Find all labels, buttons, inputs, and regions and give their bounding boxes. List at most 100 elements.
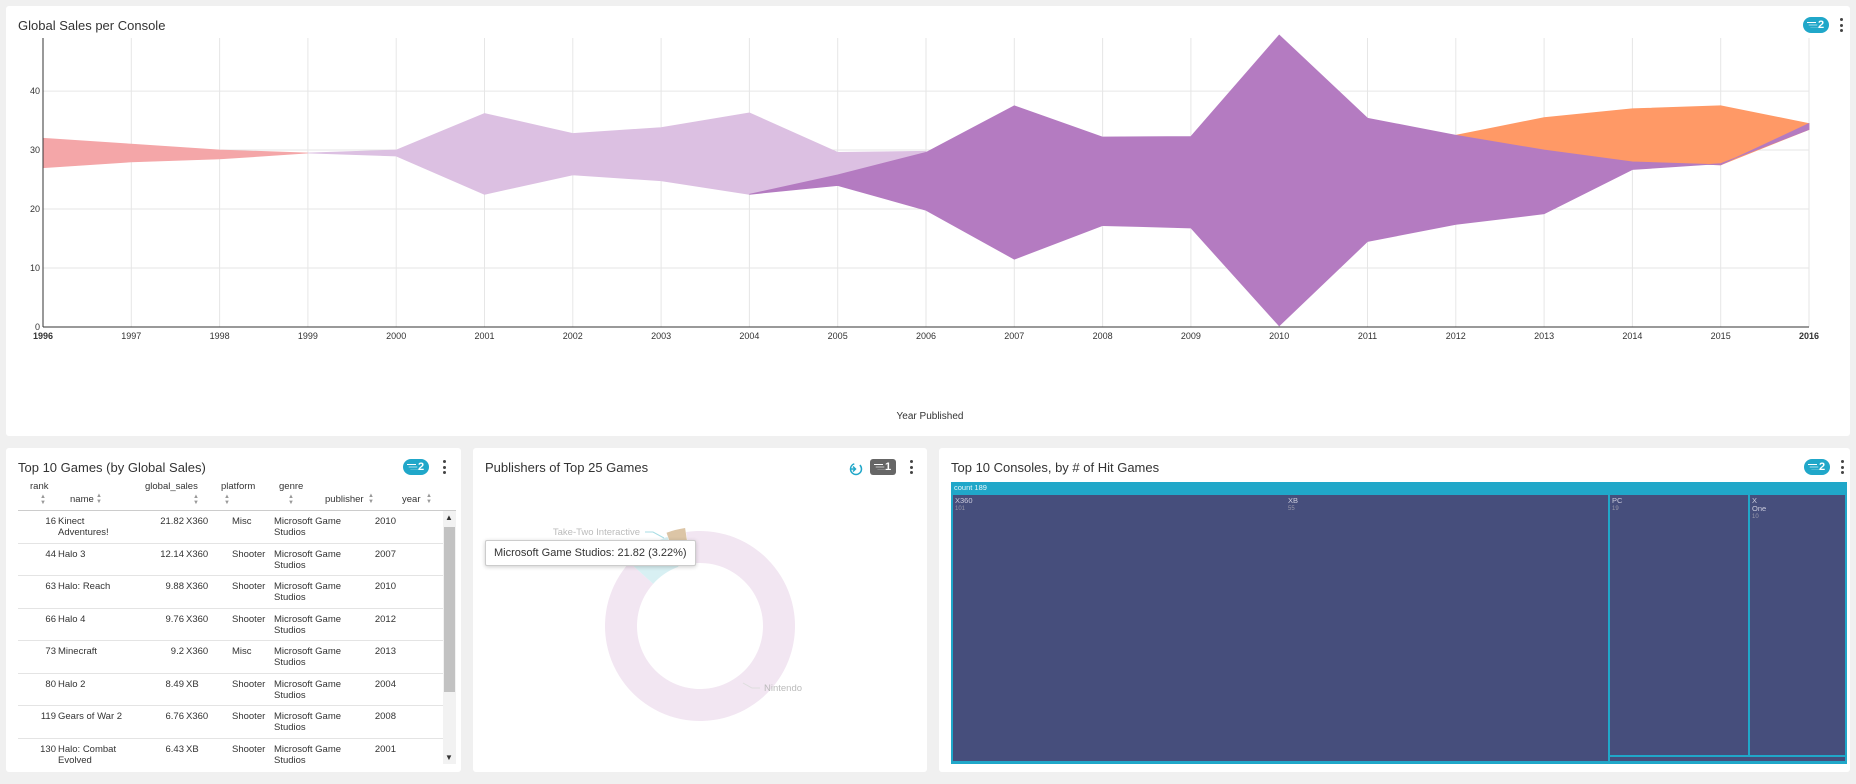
top-games-panel: Top 10 Games (by Global Sales) 2 rank ▲ ▼… — [6, 448, 461, 772]
table-cell-publisher: Microsoft Game Studios — [274, 549, 352, 571]
filter-badge[interactable]: 2 — [403, 459, 430, 475]
filter-icon — [1808, 463, 1817, 471]
cell-line: Halo: Combat — [58, 743, 117, 755]
table-cell-name: Minecraft — [58, 646, 138, 657]
column-header-year[interactable]: year — [402, 494, 420, 505]
table-cell-global-sales: 9.2 — [170, 646, 184, 657]
x-tick-label: 2013 — [1534, 331, 1554, 341]
table-cell-publisher: Microsoft Game Studios — [274, 646, 352, 668]
table-cell-global-sales: 6.43 — [165, 743, 185, 755]
column-header-publisher[interactable]: publisher — [325, 494, 364, 505]
treemap-root-header[interactable]: count 189 — [954, 483, 987, 492]
scroll-up-icon[interactable]: ▲ — [445, 513, 453, 522]
treemap-cell[interactable]: PC 19 — [1609, 494, 1749, 756]
table-cell-name: Gears of War 2 — [58, 711, 138, 722]
table-cell-genre: Shooter — [232, 711, 266, 722]
cell-line: Halo: Reach — [58, 581, 111, 592]
x-tick-label: 2016 — [1799, 331, 1819, 341]
table-row[interactable]: 80 Halo 2 8.49 XB Shooter Microsoft Game Studi… — [18, 674, 456, 706]
cell-line: Halo 2 — [58, 678, 86, 690]
cell-line: Minecraft — [58, 646, 98, 657]
table-cell-global-sales: 8.49 — [165, 678, 185, 690]
scroll-down-icon[interactable]: ▼ — [445, 753, 453, 762]
table-row[interactable]: 66 Halo 4 9.76 X360 Shooter Microsoft Game Stu… — [18, 609, 456, 641]
table-cell-platform: XB — [186, 743, 199, 755]
more-options-icon[interactable] — [1839, 460, 1845, 474]
table-cell-name: Halo 2 — [58, 679, 138, 690]
table-cell-genre: Misc — [232, 516, 252, 527]
scroll-thumb[interactable] — [444, 527, 455, 692]
table-cell-publisher: Microsoft Game Studios — [274, 516, 352, 538]
consoles-panel: Top 10 Consoles, by # of Hit Games 2 cou… — [939, 448, 1850, 772]
table-scrollbar[interactable]: ▲ ▼ — [443, 511, 456, 764]
area-chart: 0102030401996 1997 1998 1999 2000 2001 2002 200… — [30, 34, 1819, 422]
table-row[interactable]: 130 Halo: Combat Evolved 6.43 XB Shooter Micro… — [18, 739, 456, 765]
filter-icon — [407, 463, 416, 471]
column-header-platform[interactable]: platform — [221, 481, 255, 492]
table-row[interactable]: 73 Minecraft 9.2 X360 Misc Microsoft Game Stud… — [18, 641, 456, 674]
table-cell-year: 2007 — [374, 548, 396, 560]
sort-icon[interactable]: ▲ ▼ — [288, 494, 294, 506]
cell-line: Studios — [274, 657, 306, 668]
treemap-cell-small[interactable] — [1609, 756, 1846, 762]
x-axis-label: Year Published — [897, 411, 964, 422]
cell-line: Evolved — [58, 754, 92, 765]
column-header-name[interactable]: name — [70, 494, 94, 505]
table-cell-rank: 44 — [45, 548, 56, 560]
table-cell-genre: Shooter — [232, 743, 266, 755]
x-tick-label: 1996 — [33, 331, 53, 341]
sort-icon[interactable]: ▲ ▼ — [426, 493, 432, 505]
cell-line: Microsoft Game — [274, 646, 342, 657]
table-cell-name: Halo: Combat Evolved — [58, 744, 138, 765]
area-band[interactable] — [42, 137, 308, 169]
table-cell-year: 2001 — [374, 743, 396, 755]
treemap: count 189 X360 101 XB 55 PC 19 X One 10 — [951, 482, 1847, 764]
slice-label-nintendo: Nintendo — [764, 683, 802, 694]
sort-icon[interactable]: ▲ ▼ — [40, 494, 46, 506]
table-cell-platform: X360 — [186, 646, 209, 657]
column-header-genre[interactable]: genre — [279, 481, 303, 492]
table-cell-global-sales: 9.88 — [165, 581, 185, 592]
sort-icon[interactable]: ▲ ▼ — [224, 494, 230, 506]
x-tick-label: 2009 — [1181, 331, 1201, 341]
publishers-panel: Publishers of Top 25 Games 1 Take-Two In… — [473, 448, 927, 772]
x-tick-label: 2005 — [828, 331, 848, 341]
sort-icon[interactable]: ▲ ▼ — [368, 493, 374, 505]
global-sales-panel: Global Sales per Console 2 0 10 20 30 40 1996… — [6, 6, 1850, 436]
filter-badge[interactable]: 2 — [1804, 459, 1831, 475]
treemap-cell[interactable]: X One 10 — [1749, 494, 1846, 756]
y-tick-label: 20 — [30, 204, 40, 214]
table-cell-platform: X360 — [186, 613, 209, 625]
cell-line: Halo 4 — [58, 613, 86, 625]
table-cell-name: Kinect Adventures! — [58, 516, 138, 538]
table-cell-global-sales: 12.14 — [160, 548, 184, 560]
games-table: rank ▲ ▼ name ▲ ▼ global_sales ▲ ▼ platform… — [18, 478, 456, 764]
table-row[interactable]: 119 Gears of War 2 6.76 X360 Shooter Microsof… — [18, 706, 456, 739]
table-cell-publisher: Microsoft Game Studios — [274, 614, 352, 636]
table-cell-platform: XB — [186, 678, 199, 690]
table-row[interactable]: 16 Kinect Adventures! 21.82 X360 Misc Microsof… — [18, 511, 456, 544]
column-header-rank[interactable]: rank — [30, 481, 48, 492]
cell-line: Studios — [274, 689, 306, 701]
table-cell-genre: Misc — [232, 646, 252, 657]
table-cell-publisher: Microsoft Game Studios — [274, 581, 352, 603]
table-row[interactable]: 63 Halo: Reach 9.88 X360 Shooter Microsoft Ga… — [18, 576, 456, 609]
table-cell-year: 2004 — [374, 678, 396, 690]
y-tick-label: 40 — [30, 86, 40, 96]
donut-chart: Take-Two Interactive Nintendo — [553, 527, 802, 721]
table-cell-genre: Shooter — [232, 548, 266, 560]
column-header-global-sales[interactable]: global_sales — [145, 481, 198, 492]
more-options-icon[interactable] — [441, 460, 447, 474]
table-cell-publisher: Microsoft Game Studios — [274, 744, 352, 765]
area-band[interactable] — [749, 34, 1810, 327]
table-cell-rank: 66 — [45, 613, 56, 625]
treemap-cell[interactable]: X360 101 — [952, 494, 1609, 762]
table-cell-year: 2010 — [374, 581, 396, 592]
cell-line: Microsoft Game — [274, 613, 342, 625]
cell-line: Studios — [274, 592, 306, 603]
cell-line: Kinect — [58, 516, 85, 527]
sort-icon[interactable]: ▲ ▼ — [96, 493, 102, 505]
table-row[interactable]: 44 Halo 3 12.14 X360 Shooter Microsoft Game St… — [18, 544, 456, 576]
cell-line: Studios — [274, 559, 306, 571]
sort-icon[interactable]: ▲ ▼ — [193, 494, 199, 506]
